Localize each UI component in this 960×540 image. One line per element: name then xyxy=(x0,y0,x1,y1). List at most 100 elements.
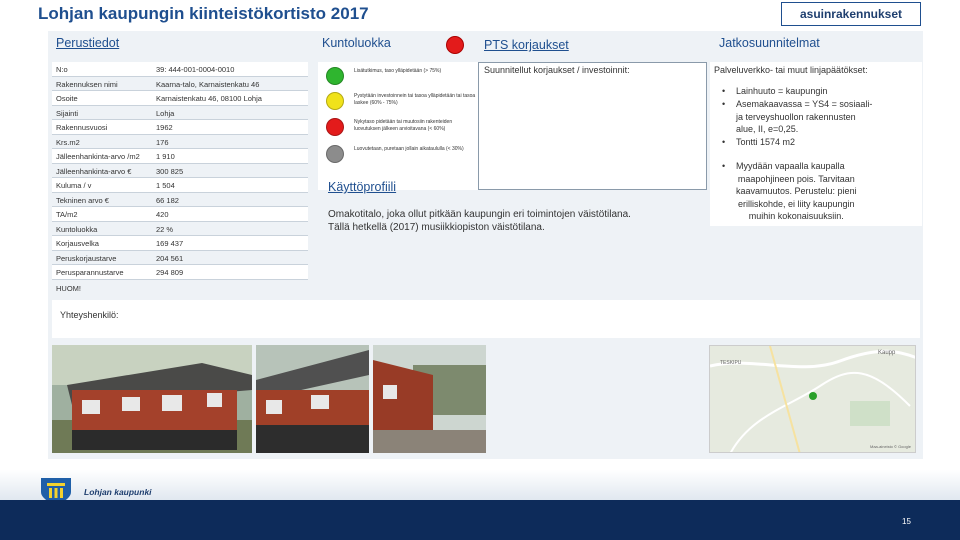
condition-dot-green xyxy=(326,67,344,85)
table-row-value: Karnaistenkatu 46, 08100 Lohja xyxy=(156,94,262,103)
category-badge: asuinrakennukset xyxy=(781,2,921,26)
followup-bullet-text: Asemakaavassa = YS4 = sosiaali-ja tervey… xyxy=(736,98,872,136)
table-row: Korjausvelka 169 437 xyxy=(52,236,308,251)
table-row-value: 294 809 xyxy=(156,268,184,277)
table-row-value: 66 182 xyxy=(156,195,179,205)
pts-repairs-box xyxy=(478,62,707,190)
table-row-value: 22 % xyxy=(156,224,174,234)
bullet-marker: • xyxy=(722,137,726,147)
usage-profile-line-1: Omakotitalo, joka ollut pitkään kaupungi… xyxy=(328,209,631,220)
table-row-key: TA/m2 xyxy=(56,210,78,219)
condition-legend-text: Lisätutkimus, taso ylläpidetään (> 75%) xyxy=(354,68,442,74)
table-row-key: Kuntoluokka xyxy=(56,224,98,234)
table-row-value: 176 xyxy=(156,137,169,147)
map-location-marker xyxy=(809,392,817,400)
note-label: HUOM! xyxy=(56,284,81,293)
table-row: Osoite Karnaistenkatu 46, 08100 Lohja xyxy=(52,91,308,106)
condition-legend-item: Lisätutkimus, taso ylläpidetään (> 75%) xyxy=(324,66,476,88)
table-row-value: 1 504 xyxy=(156,181,175,190)
usage-profile-text: Omakotitalo, joka ollut pitkään kaupungi… xyxy=(328,208,708,234)
table-row: Jälleenhankinta-arvo € 300 825 xyxy=(52,164,308,178)
followup-bullet-line: ja terveyshuollon rakennusten xyxy=(736,111,856,122)
followup-intro: Palveluverkko- tai muut linjapäätökset: xyxy=(714,65,868,75)
condition-legend-item: Luovutetaan, puretaan jollain aikataulul… xyxy=(324,144,476,166)
usage-profile-line-2: Tällä hetkellä (2017) musiikkiopiston vä… xyxy=(328,222,545,233)
condition-legend-item: Pystytään investoinnein tai tasoa ylläpi… xyxy=(324,91,476,113)
building-photo-3 xyxy=(373,345,486,453)
contact-box xyxy=(52,300,920,338)
followup-bullet-text: Lainhuuto = kaupungin xyxy=(736,85,827,98)
condition-indicator-dot xyxy=(446,36,464,54)
table-row-value: 39: 444-001-0004-0010 xyxy=(156,65,235,74)
table-row-value: Kaarna-talo, Karnaistenkatu 46 xyxy=(156,79,260,89)
page-title: Lohjan kaupungin kiinteistökortisto 2017 xyxy=(38,4,369,23)
followup-bullet-line: Tontti 1574 m2 xyxy=(736,137,796,147)
condition-legend: Lisätutkimus, taso ylläpidetään (> 75%) P… xyxy=(318,62,478,190)
map-label-1: Kaupp xyxy=(878,350,896,356)
followup-bullet-line: alue, II, e=0,25. xyxy=(736,124,799,134)
followup-bullet-line: Lainhuuto = kaupungin xyxy=(736,86,828,96)
table-row-key: Osoite xyxy=(56,94,78,103)
followup-bullet-line: Asemakaavassa = YS4 = sosiaali- xyxy=(736,99,873,109)
condition-dot-gray xyxy=(326,145,344,163)
table-row-key: Tekninen arvo € xyxy=(56,195,109,205)
bullet-marker: • xyxy=(722,86,726,96)
table-row-key: Peruskorjaustarve xyxy=(56,253,117,263)
table-row-key: Jälleenhankinta-arvo /m2 xyxy=(56,152,140,161)
followup-bullet-text: Tontti 1574 m2 xyxy=(736,136,795,149)
table-row-value: 420 xyxy=(156,210,169,219)
followup-bullet-line: maapohjineen pois. Tarvitaan xyxy=(737,173,855,184)
table-row-value: Lohja xyxy=(156,108,175,118)
section-condition: Kuntoluokka xyxy=(322,36,391,50)
condition-dot-red xyxy=(326,118,344,136)
followup-bullet-text: Myydään vapaalla kaupalla maapohjineen po… xyxy=(736,160,857,223)
table-row: Peruskorjaustarve 204 561 xyxy=(52,251,308,265)
section-followup-plans: Jatkosuunnitelmat xyxy=(719,36,820,50)
condition-legend-text: Luovutetaan, puretaan jollain aikataulul… xyxy=(354,146,464,152)
building-photo-3-image xyxy=(373,345,486,453)
table-row: Jälleenhankinta-arvo /m2 1 910 xyxy=(52,149,308,164)
location-map[interactable]: Kaupp TESKIPU Maa-aineisto © Google xyxy=(709,345,916,453)
table-row: Krs.m2 176 xyxy=(52,135,308,149)
table-row-value: 300 825 xyxy=(156,166,184,176)
followup-bullet-line: erilliskohde, ei liity kaupungin xyxy=(738,198,855,209)
table-row-key: Rakennusvuosi xyxy=(56,123,108,132)
table-row: N:o 39: 444-001-0004-0010 xyxy=(52,62,308,77)
followup-bullet-line: Myydään vapaalla kaupalla xyxy=(736,161,845,171)
condition-legend-item: Nykytaso pidetään tai muutosiin rakentei… xyxy=(324,117,476,139)
table-row-key: Perusparannustarve xyxy=(56,268,124,277)
table-row-key: Korjausvelka xyxy=(56,239,99,248)
table-row: TA/m2 420 xyxy=(52,207,308,222)
map-label-2: TESKIPU xyxy=(720,360,742,366)
table-row: Kulumа / v 1 504 xyxy=(52,178,308,193)
building-photo-1 xyxy=(52,345,252,453)
table-row: Perusparannustarve 294 809 xyxy=(52,265,308,280)
table-row: Sijainti Lohja xyxy=(52,106,308,120)
building-photo-2 xyxy=(256,345,369,453)
page-number: 15 xyxy=(902,517,911,526)
table-row-key: Krs.m2 xyxy=(56,137,80,147)
bullet-marker: • xyxy=(722,99,726,109)
footer-bar xyxy=(0,500,960,540)
condition-dot-yellow xyxy=(326,92,344,110)
followup-bullet-line: muihin kokonaisuuksiin. xyxy=(748,211,844,221)
bullet-marker: • xyxy=(722,161,726,171)
building-photo-2-image xyxy=(256,345,369,453)
table-row-key: Kulumа / v xyxy=(56,181,92,190)
city-logo-text: Lohjan kaupunki xyxy=(84,487,152,497)
table-row: Tekninen arvo € 66 182 xyxy=(52,193,308,207)
table-row-value: 1962 xyxy=(156,123,173,132)
contact-label: Yhteyshenkilö: xyxy=(60,310,119,320)
table-row-value: 1 910 xyxy=(156,152,175,161)
table-row: Kuntoluokka 22 % xyxy=(52,222,308,236)
section-pts-repairs: PTS korjaukset xyxy=(484,38,569,52)
table-row-key: Rakennuksen nimi xyxy=(56,79,118,89)
followup-bullet-line: kaavamuutos. Perustelu: pieni xyxy=(736,186,857,196)
basic-info-table: N:o 39: 444-001-0004-0010 Rakennuksen nimi… xyxy=(52,62,308,280)
condition-legend-text: Nykytaso pidetään tai muutosiin rakentei… xyxy=(354,119,453,132)
table-row-key: N:o xyxy=(56,65,68,74)
map-credit: Maa-aineisto © Google xyxy=(870,444,911,449)
building-photo-1-image xyxy=(52,345,252,453)
table-row-key: Jälleenhankinta-arvo € xyxy=(56,166,132,176)
table-row-value: 204 561 xyxy=(156,253,184,263)
